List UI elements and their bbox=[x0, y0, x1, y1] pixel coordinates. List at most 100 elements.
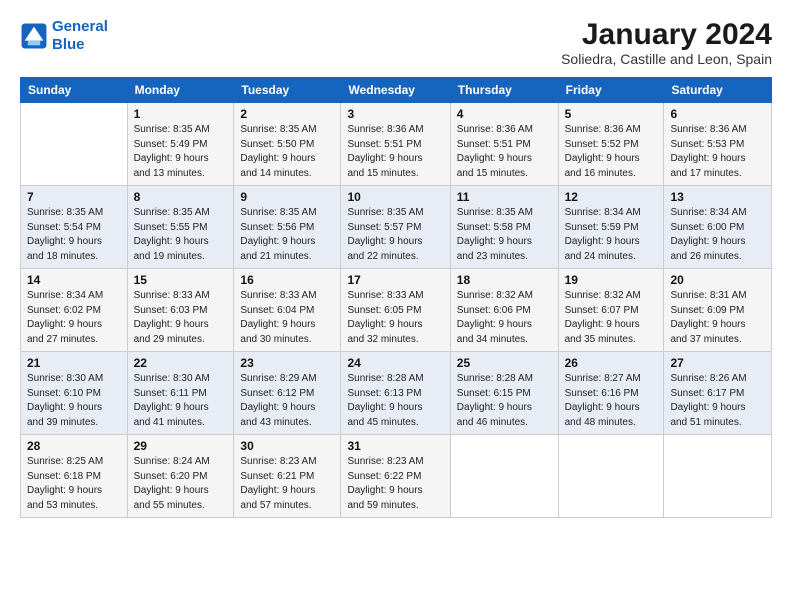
day-detail: Sunrise: 8:33 AMSunset: 6:04 PMDaylight:… bbox=[240, 289, 334, 347]
day-detail: Sunrise: 8:24 AMSunset: 6:20 PMDaylight:… bbox=[134, 455, 228, 513]
header-thursday: Thursday bbox=[450, 78, 558, 103]
table-row: 26Sunrise: 8:27 AMSunset: 6:16 PMDayligh… bbox=[558, 352, 664, 435]
day-detail: Sunrise: 8:28 AMSunset: 6:15 PMDaylight:… bbox=[457, 372, 552, 430]
table-row: 29 Sunrise: 8:24 AMSunset: 6:20 PMDayligh… bbox=[127, 435, 234, 518]
day-detail: Sunrise: 8:35 AMSunset: 5:50 PMDaylight:… bbox=[240, 123, 334, 181]
day-number: 30 bbox=[240, 439, 334, 453]
logo-general: General bbox=[52, 18, 108, 35]
day-detail: Sunrise: 8:35 AMSunset: 5:57 PMDaylight:… bbox=[347, 206, 443, 264]
table-row bbox=[21, 103, 128, 186]
table-row: 21Sunrise: 8:30 AMSunset: 6:10 PMDayligh… bbox=[21, 352, 128, 435]
header-monday: Monday bbox=[127, 78, 234, 103]
day-number: 28 bbox=[27, 439, 121, 453]
table-row: 16Sunrise: 8:33 AMSunset: 6:04 PMDayligh… bbox=[234, 269, 341, 352]
day-detail: Sunrise: 8:25 AMSunset: 6:18 PMDaylight:… bbox=[27, 455, 121, 513]
day-detail: Sunrise: 8:35 AMSunset: 5:54 PMDaylight:… bbox=[27, 206, 121, 264]
day-number: 14 bbox=[27, 273, 121, 287]
header-tuesday: Tuesday bbox=[234, 78, 341, 103]
table-row: 5Sunrise: 8:36 AMSunset: 5:52 PMDaylight… bbox=[558, 103, 664, 186]
day-number: 8 bbox=[134, 190, 228, 204]
table-row bbox=[558, 435, 664, 518]
day-number: 20 bbox=[670, 273, 765, 287]
day-detail: Sunrise: 8:23 AMSunset: 6:21 PMDaylight:… bbox=[240, 455, 334, 513]
table-row: 31 Sunrise: 8:23 AMSunset: 6:22 PMDayligh… bbox=[341, 435, 450, 518]
day-number: 3 bbox=[347, 107, 443, 121]
day-number: 10 bbox=[347, 190, 443, 204]
day-detail: Sunrise: 8:36 AMSunset: 5:51 PMDaylight:… bbox=[457, 123, 552, 181]
day-number: 25 bbox=[457, 356, 552, 370]
day-detail: Sunrise: 8:35 AMSunset: 5:49 PMDaylight:… bbox=[134, 123, 228, 181]
header-sunday: Sunday bbox=[21, 78, 128, 103]
table-row: 11 Sunrise: 8:35 AMSunset: 5:58 PMDayligh… bbox=[450, 186, 558, 269]
header-friday: Friday bbox=[558, 78, 664, 103]
day-detail: Sunrise: 8:31 AMSunset: 6:09 PMDaylight:… bbox=[670, 289, 765, 347]
day-number: 23 bbox=[240, 356, 334, 370]
day-number: 27 bbox=[670, 356, 765, 370]
day-detail: Sunrise: 8:35 AMSunset: 5:58 PMDaylight:… bbox=[457, 206, 552, 264]
day-number: 26 bbox=[565, 356, 658, 370]
day-detail: Sunrise: 8:36 AMSunset: 5:52 PMDaylight:… bbox=[565, 123, 658, 181]
table-row: 20 Sunrise: 8:31 AMSunset: 6:09 PMDayligh… bbox=[664, 269, 772, 352]
day-detail: Sunrise: 8:36 AMSunset: 5:53 PMDaylight:… bbox=[670, 123, 765, 181]
header-wednesday: Wednesday bbox=[341, 78, 450, 103]
table-row: 14 Sunrise: 8:34 AMSunset: 6:02 PMDayligh… bbox=[21, 269, 128, 352]
table-row: 18Sunrise: 8:32 AMSunset: 6:06 PMDayligh… bbox=[450, 269, 558, 352]
table-row: 4Sunrise: 8:36 AMSunset: 5:51 PMDaylight… bbox=[450, 103, 558, 186]
header-row-days: Sunday Monday Tuesday Wednesday Thursday… bbox=[21, 78, 772, 103]
table-row: 23 Sunrise: 8:29 AMSunset: 6:12 PMDayligh… bbox=[234, 352, 341, 435]
week-row: 14 Sunrise: 8:34 AMSunset: 6:02 PMDayligh… bbox=[21, 269, 772, 352]
day-detail: Sunrise: 8:33 AMSunset: 6:03 PMDaylight:… bbox=[134, 289, 228, 347]
main-title: January 2024 bbox=[561, 18, 772, 51]
day-detail: Sunrise: 8:34 AMSunset: 6:02 PMDaylight:… bbox=[27, 289, 121, 347]
week-row: 28 Sunrise: 8:25 AMSunset: 6:18 PMDayligh… bbox=[21, 435, 772, 518]
day-number: 17 bbox=[347, 273, 443, 287]
table-row: 10 Sunrise: 8:35 AMSunset: 5:57 PMDayligh… bbox=[341, 186, 450, 269]
day-detail: Sunrise: 8:34 AMSunset: 5:59 PMDaylight:… bbox=[565, 206, 658, 264]
day-detail: Sunrise: 8:33 AMSunset: 6:05 PMDaylight:… bbox=[347, 289, 443, 347]
table-row: 28 Sunrise: 8:25 AMSunset: 6:18 PMDayligh… bbox=[21, 435, 128, 518]
day-number: 13 bbox=[670, 190, 765, 204]
day-detail: Sunrise: 8:35 AMSunset: 5:55 PMDaylight:… bbox=[134, 206, 228, 264]
week-row: 21Sunrise: 8:30 AMSunset: 6:10 PMDayligh… bbox=[21, 352, 772, 435]
day-detail: Sunrise: 8:26 AMSunset: 6:17 PMDaylight:… bbox=[670, 372, 765, 430]
table-row: 25 Sunrise: 8:28 AMSunset: 6:15 PMDayligh… bbox=[450, 352, 558, 435]
day-detail: Sunrise: 8:30 AMSunset: 6:11 PMDaylight:… bbox=[134, 372, 228, 430]
logo-text: General Blue bbox=[52, 18, 108, 54]
day-number: 29 bbox=[134, 439, 228, 453]
day-detail: Sunrise: 8:23 AMSunset: 6:22 PMDaylight:… bbox=[347, 455, 443, 513]
table-row: 24Sunrise: 8:28 AMSunset: 6:13 PMDayligh… bbox=[341, 352, 450, 435]
day-detail: Sunrise: 8:29 AMSunset: 6:12 PMDaylight:… bbox=[240, 372, 334, 430]
table-row: 30 Sunrise: 8:23 AMSunset: 6:21 PMDayligh… bbox=[234, 435, 341, 518]
day-detail: Sunrise: 8:28 AMSunset: 6:13 PMDaylight:… bbox=[347, 372, 443, 430]
day-number: 22 bbox=[134, 356, 228, 370]
table-row: 22 Sunrise: 8:30 AMSunset: 6:11 PMDayligh… bbox=[127, 352, 234, 435]
day-number: 12 bbox=[565, 190, 658, 204]
day-detail: Sunrise: 8:34 AMSunset: 6:00 PMDaylight:… bbox=[670, 206, 765, 264]
day-number: 2 bbox=[240, 107, 334, 121]
table-row: 6 Sunrise: 8:36 AMSunset: 5:53 PMDaylight… bbox=[664, 103, 772, 186]
table-row bbox=[450, 435, 558, 518]
calendar-table: Sunday Monday Tuesday Wednesday Thursday… bbox=[20, 77, 772, 518]
subtitle: Soliedra, Castille and Leon, Spain bbox=[561, 51, 772, 67]
day-number: 11 bbox=[457, 190, 552, 204]
day-number: 19 bbox=[565, 273, 658, 287]
day-detail: Sunrise: 8:30 AMSunset: 6:10 PMDaylight:… bbox=[27, 372, 121, 430]
header-saturday: Saturday bbox=[664, 78, 772, 103]
day-number: 6 bbox=[670, 107, 765, 121]
table-row: 1Sunrise: 8:35 AMSunset: 5:49 PMDaylight… bbox=[127, 103, 234, 186]
table-row: 19 Sunrise: 8:32 AMSunset: 6:07 PMDayligh… bbox=[558, 269, 664, 352]
day-detail: Sunrise: 8:35 AMSunset: 5:56 PMDaylight:… bbox=[240, 206, 334, 264]
week-row: 7Sunrise: 8:35 AMSunset: 5:54 PMDaylight… bbox=[21, 186, 772, 269]
table-row: 2 Sunrise: 8:35 AMSunset: 5:50 PMDaylight… bbox=[234, 103, 341, 186]
table-row: 12 Sunrise: 8:34 AMSunset: 5:59 PMDayligh… bbox=[558, 186, 664, 269]
table-row: 17 Sunrise: 8:33 AMSunset: 6:05 PMDayligh… bbox=[341, 269, 450, 352]
title-block: January 2024 Soliedra, Castille and Leon… bbox=[561, 18, 772, 67]
day-detail: Sunrise: 8:32 AMSunset: 6:06 PMDaylight:… bbox=[457, 289, 552, 347]
day-number: 15 bbox=[134, 273, 228, 287]
day-detail: Sunrise: 8:32 AMSunset: 6:07 PMDaylight:… bbox=[565, 289, 658, 347]
table-row: 27 Sunrise: 8:26 AMSunset: 6:17 PMDayligh… bbox=[664, 352, 772, 435]
table-row bbox=[664, 435, 772, 518]
table-row: 9Sunrise: 8:35 AMSunset: 5:56 PMDaylight… bbox=[234, 186, 341, 269]
day-number: 31 bbox=[347, 439, 443, 453]
table-row: 8 Sunrise: 8:35 AMSunset: 5:55 PMDaylight… bbox=[127, 186, 234, 269]
